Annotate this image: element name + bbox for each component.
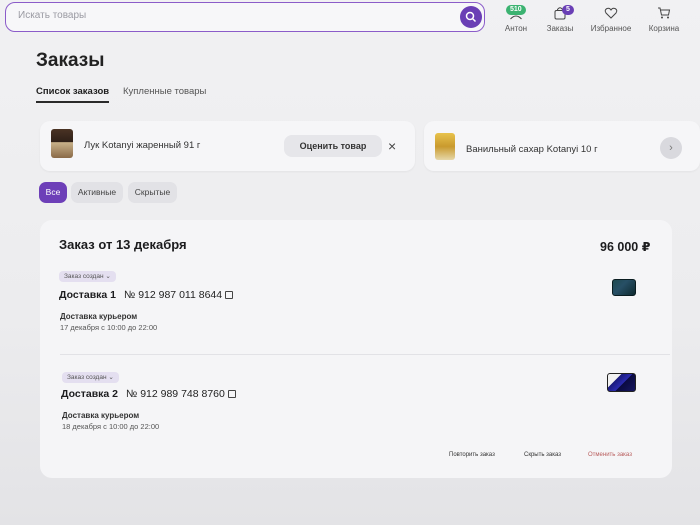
status-badge[interactable]: Заказ создан ⌄ (59, 271, 116, 282)
delivery-label: Доставка 2 (61, 388, 119, 400)
product-thumbnail[interactable] (607, 373, 636, 392)
search-button[interactable] (460, 6, 482, 28)
page-title: Заказы (36, 50, 105, 71)
top-header: Искать товары 510 Антон 5 Заказы Избранн… (0, 0, 700, 40)
divider (60, 354, 670, 355)
cancel-order-button[interactable]: Отменить заказ (588, 452, 632, 458)
cart-icon (658, 7, 671, 19)
delivery-title: Доставка 1 № 912 987 011 8644 (59, 289, 234, 301)
product-name: Ванильный сахар Kotanyi 10 г (466, 144, 598, 155)
delivery-number: № 912 989 748 8760 (126, 388, 225, 400)
order-card (40, 220, 672, 478)
orders-badge: 5 (562, 5, 574, 15)
favorites-label: Избранное (590, 24, 632, 33)
favorites-link[interactable]: Избранное (587, 6, 635, 33)
search-input[interactable]: Искать товары (5, 2, 485, 32)
cart-link[interactable]: Корзина (640, 6, 688, 33)
delivery-label: Доставка 1 (59, 289, 117, 301)
profile-label: Антон (504, 24, 528, 33)
tab-purchased-goods[interactable]: Купленные товары (123, 86, 206, 97)
product-thumbnail[interactable] (612, 279, 636, 296)
profile-link[interactable]: 510 Антон (492, 5, 540, 33)
points-badge: 510 (506, 5, 526, 15)
close-icon[interactable]: × (388, 138, 396, 154)
hide-order-button[interactable]: Скрыть заказ (524, 452, 561, 458)
order-title[interactable]: Заказ от 13 декабря (59, 237, 187, 252)
delivery-title: Доставка 2 № 912 989 748 8760 (61, 388, 236, 400)
repeat-order-button[interactable]: Повторить заказ (449, 452, 495, 458)
copy-icon[interactable] (227, 390, 236, 398)
tab-orders-list[interactable]: Список заказов (36, 86, 110, 103)
delivery-type: Доставка курьером (62, 411, 140, 420)
status-label: Заказ создан (67, 374, 107, 381)
orders-link[interactable]: 5 Заказы (536, 5, 584, 33)
delivery-number: № 912 987 011 8644 (124, 289, 223, 301)
product-name: Лук Kotanyi жаренный 91 г (84, 140, 201, 151)
heart-icon (604, 7, 618, 19)
search-icon (465, 11, 477, 23)
order-sum: 96 000 ₽ (600, 240, 651, 254)
filter-active[interactable]: Активные (71, 182, 123, 203)
filter-hidden[interactable]: Скрытые (128, 182, 177, 203)
copy-icon[interactable] (225, 291, 234, 299)
status-badge[interactable]: Заказ создан ⌄ (62, 372, 119, 383)
delivery-type: Доставка курьером (60, 312, 138, 321)
rate-product-button[interactable]: Оценить товар (284, 135, 382, 157)
chevron-right-icon[interactable]: › (660, 137, 682, 159)
orders-page: Искать товары 510 Антон 5 Заказы Избранн… (0, 0, 700, 525)
cart-label: Корзина (648, 24, 680, 33)
delivery-time: 18 декабря с 10:00 до 22:00 (62, 422, 160, 431)
filter-all[interactable]: Все (39, 182, 67, 203)
product-thumbnail (435, 133, 455, 160)
orders-label: Заказы (546, 24, 574, 33)
search-placeholder: Искать товары (18, 10, 87, 21)
status-label: Заказ создан (64, 273, 104, 280)
product-thumbnail (51, 129, 73, 158)
delivery-time: 17 декабря с 10:00 до 22:00 (60, 323, 158, 332)
